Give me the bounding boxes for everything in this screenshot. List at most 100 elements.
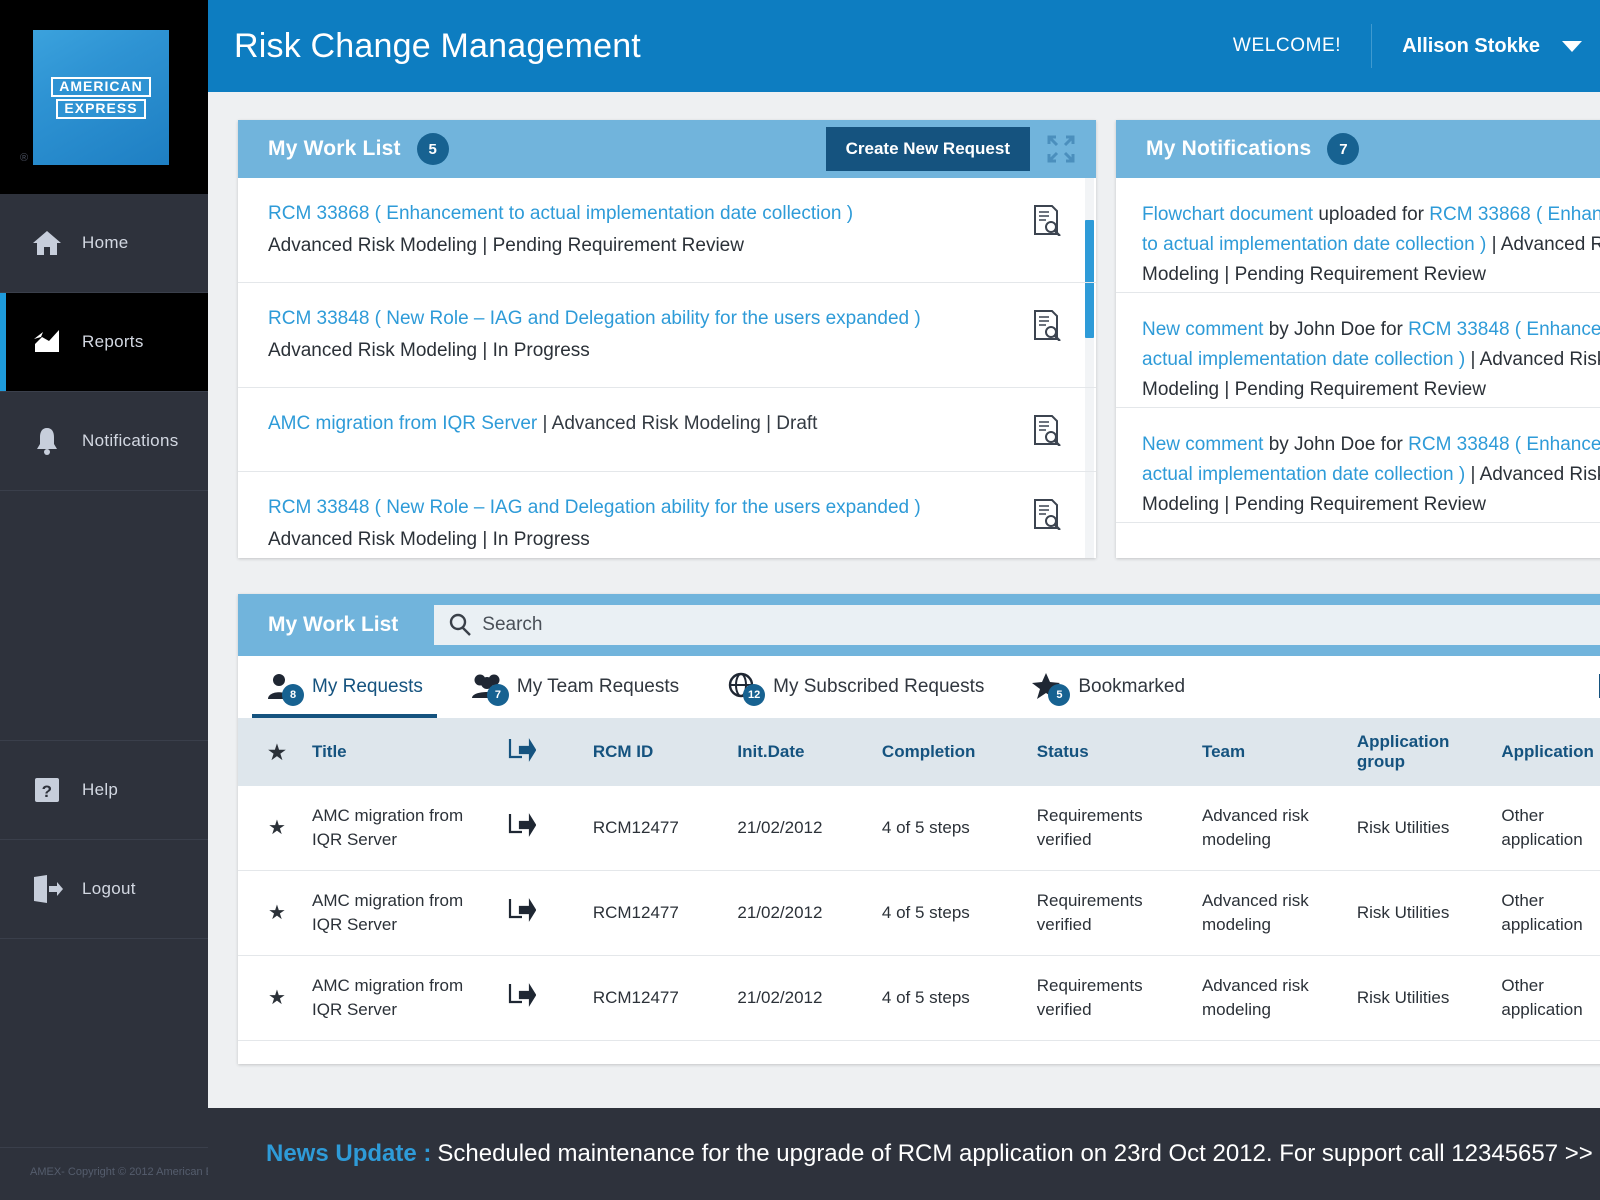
sidebar-item-help[interactable]: ? Help <box>0 741 208 840</box>
worklist-item-link[interactable]: RCM 33848 ( New Role – IAG and Delegatio… <box>268 305 1066 333</box>
sidebar-item-label: Reports <box>82 332 144 351</box>
sidebar-item-label: Home <box>82 233 129 252</box>
column-header-completion[interactable]: Completion <box>871 718 1027 786</box>
tab-count-badge: 5 <box>1048 684 1071 706</box>
tab-bookmarked[interactable]: 5 Bookmarked <box>1032 656 1185 718</box>
row-application-group: Risk Utilities <box>1346 870 1492 956</box>
sidebar-item-logout[interactable]: Logout <box>0 840 208 939</box>
row-application-group: Risk Utilities <box>1346 786 1492 871</box>
notification-item[interactable]: New comment by John Doe for RCM 33848 ( … <box>1116 408 1600 523</box>
row-forward-cell[interactable] <box>498 786 583 871</box>
row-title: AMC migration from IQR Server <box>302 955 499 1041</box>
column-header-star[interactable]: ★ <box>238 718 302 786</box>
document-search-icon[interactable] <box>1032 414 1062 447</box>
row-star-cell[interactable]: ★ <box>238 955 302 1041</box>
notifications-panel: My Notifications 7 Flowchart document up… <box>1116 120 1600 558</box>
table-body: ★ AMC migration from IQR Server RCM12477 <box>238 786 1600 1041</box>
row-forward-cell[interactable] <box>498 955 583 1041</box>
row-star-cell[interactable]: ★ <box>238 870 302 956</box>
notification-lead-link[interactable]: New comment <box>1142 434 1263 455</box>
worklist-tabs: 8 My Requests 7 My Team Requests 12 My S… <box>238 656 1600 718</box>
sidebar-item-label: Notifications <box>82 431 179 450</box>
notifications-panel-header: My Notifications 7 <box>1116 120 1600 178</box>
notification-item[interactable]: Flowchart document uploaded for RCM 3386… <box>1116 178 1600 293</box>
column-header-init-date[interactable]: Init.Date <box>727 718 872 786</box>
worklist-item-meta: Advanced Risk Modeling | In Progress <box>268 529 590 550</box>
sidebar-item-label: Help <box>82 780 119 799</box>
worklist-item-meta: | Advanced Risk Modeling | Draft <box>542 413 818 434</box>
table-row[interactable]: ★ AMC migration from IQR Server RCM12477 <box>238 955 1600 1041</box>
column-header-forward[interactable] <box>498 718 583 786</box>
user-name[interactable]: Allison Stokke <box>1402 35 1540 58</box>
document-search-icon[interactable] <box>1032 204 1062 237</box>
document-search-icon[interactable] <box>1032 498 1062 531</box>
column-header-team[interactable]: Team <box>1191 718 1347 786</box>
worklist-item[interactable]: RCM 33848 ( New Role – IAG and Delegatio… <box>238 283 1096 388</box>
registered-mark: ® <box>20 152 29 164</box>
chevron-down-icon[interactable] <box>1562 40 1582 52</box>
tab-label: Bookmarked <box>1078 676 1186 697</box>
row-forward-cell[interactable] <box>498 870 583 956</box>
notifications-count-badge: 7 <box>1327 133 1360 165</box>
sidebar-divider <box>0 1147 208 1148</box>
column-header-title[interactable]: Title <box>302 718 499 786</box>
worklist-items-container: RCM 33868 ( Enhancement to actual implem… <box>238 178 1096 558</box>
worklist-item[interactable]: RCM 33868 ( Enhancement to actual implem… <box>238 178 1096 283</box>
row-star-cell[interactable]: ★ <box>238 786 302 871</box>
search-input[interactable] <box>482 614 1600 636</box>
amex-logo: AMERICAN EXPRESS <box>33 30 169 165</box>
star-icon[interactable]: ★ <box>268 902 286 924</box>
search-box[interactable] <box>434 605 1600 645</box>
row-init-date: 21/02/2012 <box>727 870 872 956</box>
table-row[interactable]: ★ AMC migration from IQR Server RCM12477 <box>238 870 1600 956</box>
table-row[interactable]: ★ AMC migration from IQR Server RCM12477 <box>238 786 1600 871</box>
news-update-text[interactable]: Scheduled maintenance for the upgrade of… <box>437 1140 1592 1168</box>
worklist-item[interactable]: AMC migration from IQR Server | Advanced… <box>238 388 1096 472</box>
worklist-panel: My Work List 5 Create New Request RCM 33 <box>238 120 1096 558</box>
forward-icon[interactable] <box>508 897 537 927</box>
forward-icon[interactable] <box>508 812 537 842</box>
star-icon[interactable]: ★ <box>268 987 286 1009</box>
row-title: AMC migration from IQR Server <box>302 870 499 956</box>
star-icon: ★ <box>268 741 286 764</box>
create-new-request-button[interactable]: Create New Request <box>825 127 1030 171</box>
worklist-table-header: My Work List <box>238 594 1600 656</box>
forward-icon <box>508 737 537 767</box>
notifications-panel-title: My Notifications <box>1146 137 1312 160</box>
column-header-status[interactable]: Status <box>1026 718 1192 786</box>
app-header: Risk Change Management WELCOME! Allison … <box>208 0 1600 92</box>
user-icon: 8 <box>266 672 304 706</box>
tab-my-team-requests[interactable]: 7 My Team Requests <box>471 656 679 718</box>
notification-text: New comment by John Doe for RCM 33848 ( … <box>1142 315 1600 405</box>
document-search-icon[interactable] <box>1032 309 1062 342</box>
tab-my-requests[interactable]: 8 My Requests <box>252 656 437 718</box>
worklist-table-title: My Work List <box>268 613 399 636</box>
row-team: Advanced risk modeling <box>1191 955 1347 1041</box>
star-icon[interactable]: ★ <box>268 817 286 839</box>
worklist-item-meta: Advanced Risk Modeling | In Progress <box>268 340 590 361</box>
tab-my-subscribed-requests[interactable]: 12 My Subscribed Requests <box>727 656 984 718</box>
expand-icon[interactable] <box>1044 132 1078 166</box>
worklist-item-link[interactable]: RCM 33848 ( New Role – IAG and Delegatio… <box>268 494 1066 522</box>
worklist-item[interactable]: RCM 33848 ( New Role – IAG and Delegatio… <box>238 472 1096 558</box>
sidebar-item-notifications[interactable]: Notifications <box>0 392 208 491</box>
worklist-item-link[interactable]: AMC migration from IQR Server <box>268 413 537 434</box>
notification-item[interactable]: New comment by John Doe for RCM 33848 ( … <box>1116 293 1600 408</box>
row-status: Requirements verified <box>1026 955 1192 1041</box>
sidebar-item-reports[interactable]: Reports <box>0 293 208 392</box>
column-header-application[interactable]: Application <box>1491 718 1600 786</box>
sidebar-item-label: Logout <box>82 879 136 898</box>
row-completion: 4 of 5 steps <box>871 786 1027 871</box>
worklist-item-link[interactable]: RCM 33868 ( Enhancement to actual implem… <box>268 200 1066 228</box>
row-completion: 4 of 5 steps <box>871 870 1027 956</box>
notification-lead-link[interactable]: New comment <box>1142 319 1263 340</box>
tab-count-badge: 8 <box>282 684 304 706</box>
notification-text: Flowchart document uploaded for RCM 3386… <box>1142 200 1600 290</box>
forward-icon[interactable] <box>508 982 537 1012</box>
notification-mid: by John Doe for <box>1263 434 1409 455</box>
column-header-application-group[interactable]: Application group <box>1346 718 1492 786</box>
sidebar-item-home[interactable]: Home <box>0 194 208 293</box>
column-header-rcm-id[interactable]: RCM ID <box>582 718 728 786</box>
notification-lead-link[interactable]: Flowchart document <box>1142 204 1313 225</box>
row-rcm-id: RCM12477 <box>582 870 728 956</box>
